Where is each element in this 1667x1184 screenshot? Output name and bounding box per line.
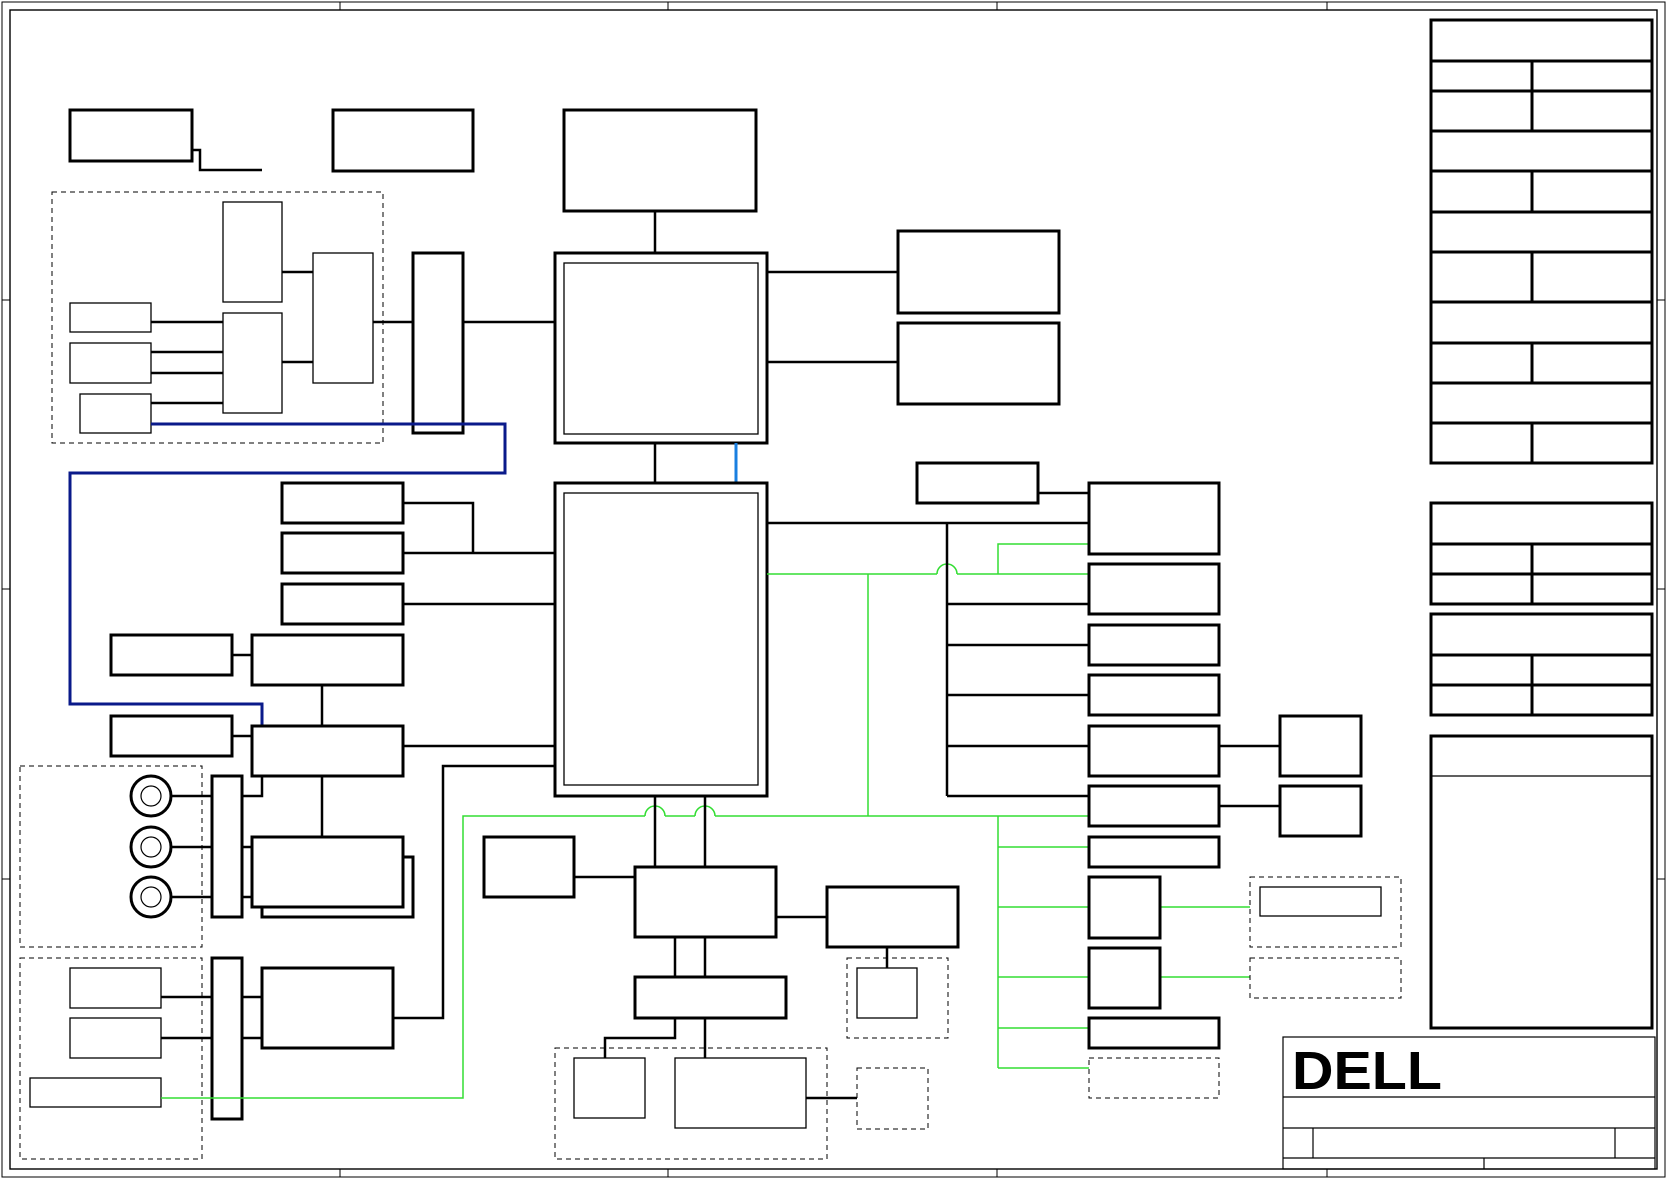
stacked-block: [250, 835, 405, 909]
dell-logo: DELL: [1292, 1041, 1442, 1101]
block-diagram: DELL: [0, 0, 1667, 1179]
schematic-canvas: DELL: [0, 0, 1667, 1179]
